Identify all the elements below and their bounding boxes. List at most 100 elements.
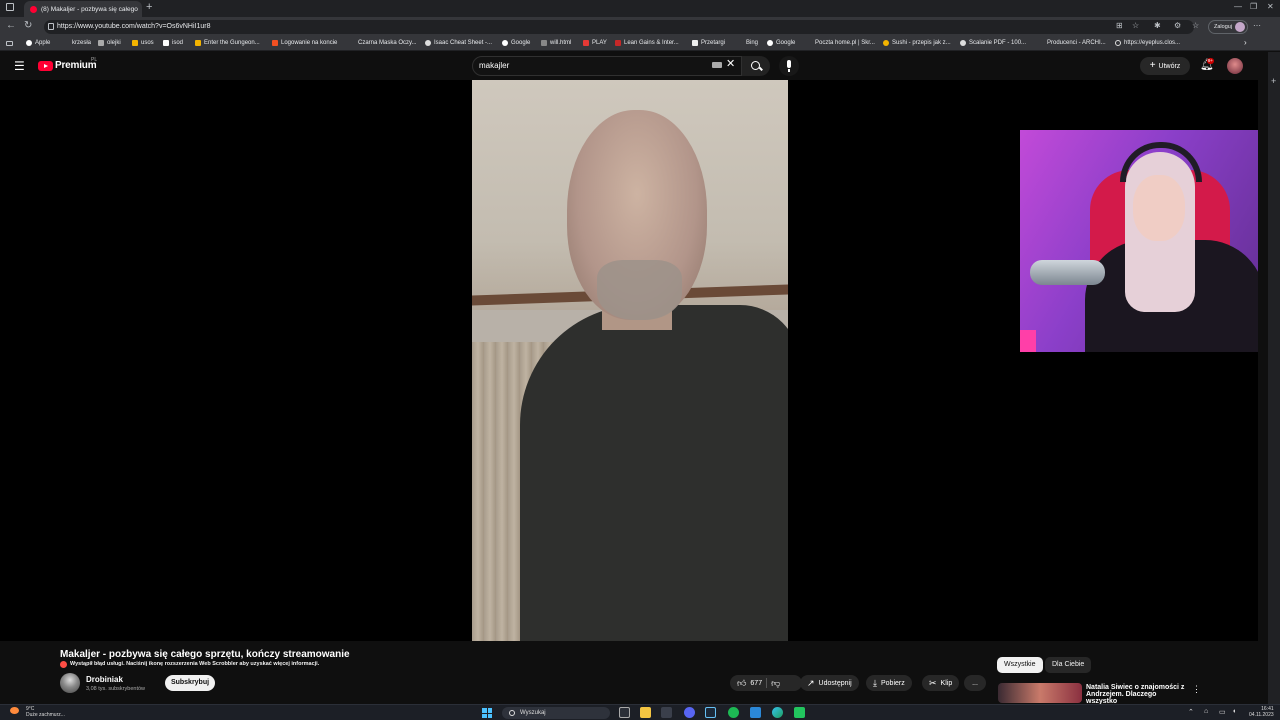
search-input[interactable]: makajler [472,56,742,76]
youtube-logo-icon[interactable] [38,61,53,71]
back-icon[interactable]: ← [6,20,16,31]
bookmark-item[interactable]: Sushi - przepis jak z... [883,40,951,46]
bookmark-favicon-icon [163,40,169,46]
close-window-icon[interactable]: ✕ [1267,2,1274,11]
calculator-icon[interactable] [661,707,672,718]
bookmark-item[interactable]: usos [132,40,154,46]
tray-overflow-icon[interactable]: ⌃ [1188,708,1194,716]
bookmark-item[interactable]: Logowanie na koncie [272,40,337,46]
bookmark-item[interactable]: isod [163,40,183,46]
chip-for-you[interactable]: Dla Ciebie [1045,657,1092,673]
file-explorer-icon[interactable] [640,707,651,718]
install-app-icon[interactable]: ⊞ [1116,21,1123,30]
url-text: https://www.youtube.com/watch?v=Os6vNHiI… [57,23,211,30]
bookmark-favicon-icon [806,40,812,46]
download-button[interactable]: ⤓ Pobierz [866,675,912,691]
bookmark-item[interactable]: will.html [541,40,571,46]
bookmark-favicon-icon [541,40,547,46]
bookmark-item[interactable]: Bing [737,40,758,46]
recommendation-title[interactable]: Natalia Siwiec o znajomości z Andrzejem.… [1086,684,1186,705]
discord-icon[interactable] [684,707,695,718]
bookmark-item[interactable]: Producenci - ARCHI... [1038,40,1106,46]
dislike-icon[interactable]: 👎︎ [771,678,780,689]
bookmark-item[interactable]: Google [767,40,795,46]
url-input[interactable]: https://www.youtube.com/watch?v=Os6vNHiI… [44,20,1194,34]
more-actions-button[interactable]: ... [964,675,986,691]
bookmark-item[interactable]: Poczta home.pl | Skr... [806,40,875,46]
search-value: makajler [479,61,510,70]
new-tab-button[interactable]: + [146,1,152,13]
restore-icon[interactable]: ❐ [1250,2,1257,11]
side-panel-add-icon[interactable]: + [1271,76,1276,86]
store-icon[interactable] [750,707,761,718]
bookmarks-bar: Apple krzesła olejki usos isod Enter the… [0,37,1280,51]
bookmark-favicon-icon [583,40,589,46]
voice-search-button[interactable] [779,56,799,76]
recommendation-thumbnail[interactable] [998,683,1082,703]
account-avatar[interactable] [1227,58,1243,74]
tab-actions-icon[interactable] [6,3,14,11]
recommendation-menu-icon[interactable]: ⋮ [1192,684,1201,695]
bookmark-item[interactable]: https://eyeplus.clos... [1115,40,1180,46]
taskbar-clock[interactable]: 16:41 04.11.2023 [1249,706,1274,718]
spotify-icon[interactable] [728,707,739,718]
subscribe-button[interactable]: Subskrybuj [165,675,215,691]
bookmark-item[interactable]: Scalanie PDF - 100... [960,40,1026,46]
bookmark-item[interactable]: Apple [26,40,50,46]
webcam-overlay [1020,130,1280,352]
extension-icon[interactable]: ⚙ [1174,21,1181,30]
taskbar-search-input[interactable]: Wyszukaj [502,707,610,719]
page-scrollbar[interactable] [1258,52,1268,704]
bookmark-item[interactable]: PLAY [583,40,607,46]
browser-tab[interactable]: (8) Makaljer - pozbywa się całego ✕ [24,1,142,17]
create-button[interactable]: + Utwórz [1140,57,1190,75]
favorites-icon[interactable]: ☆ [1192,21,1199,30]
display-icon[interactable]: ▭ [1219,708,1226,716]
minimize-icon[interactable]: — [1234,2,1242,11]
clear-search-icon[interactable]: ✕ [726,59,735,70]
bookmark-item[interactable]: Lean Gains & Inter... [615,40,679,46]
weather-text: Duże zachmurz... [26,712,65,718]
bookmark-item[interactable]: Przetargi [692,40,725,46]
video-frame[interactable] [472,80,788,641]
weather-icon[interactable] [10,707,19,714]
google-icon [767,40,773,46]
network-icon[interactable]: ⌂ [1204,708,1208,715]
bookmark-item[interactable]: Enter the Gungeon... [195,40,260,46]
task-view-icon[interactable] [619,707,630,718]
keyboard-icon[interactable] [712,62,722,68]
extensions-icon[interactable]: ✱ [1154,21,1161,30]
edge-icon[interactable] [772,707,783,718]
bookmarks-overflow-icon[interactable]: › [1244,38,1247,47]
like-icon[interactable]: 👍︎ [737,678,746,689]
bookmark-star-icon[interactable]: ☆ [1132,21,1139,30]
site-info-icon[interactable] [48,23,54,30]
channel-avatar[interactable] [60,673,80,693]
clip-button[interactable]: ✂ Klip [922,675,960,691]
menu-icon[interactable]: ☰ [14,60,25,72]
channel-name[interactable]: Drobiniak [86,675,123,684]
start-menu-icon[interactable] [482,708,492,718]
share-button[interactable]: ↗ Udostępnij [800,675,859,691]
like-count[interactable]: 677 [750,680,762,687]
xbox-icon[interactable] [794,707,805,718]
bookmark-item[interactable]: Google [502,40,530,46]
chip-all[interactable]: Wszystkie [997,657,1043,673]
bookmark-label: Logowanie na koncie [281,40,338,46]
volume-icon[interactable]: ◖ [1232,708,1236,715]
profile-button[interactable]: Zaloguj [1208,20,1248,34]
apps-grid-icon[interactable] [6,41,13,46]
bookmark-label: Lean Gains & Inter... [624,40,679,46]
reload-icon[interactable]: ↻ [24,20,32,31]
bookmark-item[interactable]: olejki [98,40,121,46]
search-button[interactable] [742,56,770,76]
webcam-headset [1120,142,1202,182]
steam-icon[interactable] [705,707,716,718]
bookmark-item[interactable]: Czarna Maska Oczy... [349,40,417,46]
weather-widget[interactable]: 9°C Duże zachmurz... [26,706,65,718]
more-menu-icon[interactable]: ⋯ [1253,21,1261,30]
bookmark-item[interactable]: krzesła [63,40,91,46]
youtube-header: ☰ Premium PL makajler ✕ + Utwórz 🔔︎ 9+ [0,52,1268,80]
bookmark-favicon-icon [98,40,104,46]
bookmark-item[interactable]: Isaac Cheat Sheet -... [425,40,492,46]
